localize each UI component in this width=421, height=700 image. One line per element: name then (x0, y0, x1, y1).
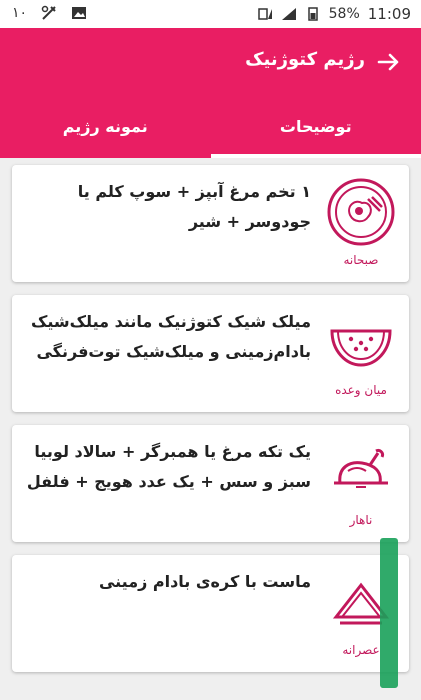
battery-icon (307, 7, 318, 21)
sim-icon (257, 8, 272, 20)
notification-count: ۱۰ (12, 5, 28, 21)
meal-name: میان وعده (335, 383, 387, 397)
meal-header: ناهار (321, 431, 401, 535)
clock: 11:09 (367, 5, 411, 23)
meal-header: صبحانه (321, 171, 401, 275)
meal-card-afternoon[interactable]: عصرانه ماست با کره‌ی بادام زمینی (12, 555, 409, 672)
roast-chicken-icon (334, 449, 388, 488)
meal-card-breakfast[interactable]: صبحانه ۱ تخم مرغ آبپز + سوپ کلم یا جودوس… (12, 165, 409, 282)
tab-bar: توضیحات نمونه رژیم (0, 100, 421, 158)
scrollbar-thumb[interactable] (380, 538, 398, 688)
meal-card-snack[interactable]: میان وعده میلک شیک کتوژنیک مانند میلک‌شی… (12, 295, 409, 412)
signal-icon (281, 8, 296, 20)
tab-sample-diet[interactable]: نمونه رژیم (0, 100, 211, 158)
meal-card-lunch[interactable]: ناهار یک تکه مرغ یا همبرگر + سالاد لوبیا… (12, 425, 409, 542)
meal-name: ناهار (349, 513, 373, 527)
meal-description: ۱ تخم مرغ آبپز + سوپ کلم یا جودوسر + شیر (77, 182, 311, 231)
meal-name: صبحانه (343, 253, 379, 267)
meal-description: میلک شیک کتوژنیک مانند میلک‌شیک بادام‌زم… (31, 312, 311, 361)
back-button[interactable] (375, 48, 403, 76)
page-title: رژیم کتوژنیک (245, 49, 365, 70)
breakfast-egg-icon (327, 178, 395, 246)
meal-description: ماست با کره‌ی بادام زمینی (98, 572, 311, 591)
status-bar: ۱۰ 58% 11:09 (0, 0, 421, 28)
battery-level: 58% (328, 6, 360, 22)
watermelon-icon (330, 329, 392, 367)
meal-header: میان وعده (321, 301, 401, 405)
arrow-right-icon (377, 53, 399, 71)
image-icon (72, 7, 87, 19)
tab-description[interactable]: توضیحات (210, 100, 421, 158)
app-bar: رژیم کتوژنیک توضیحات نمونه رژیم (0, 28, 421, 158)
meal-description: یک تکه مرغ یا همبرگر + سالاد لوبیا سبز و… (26, 442, 311, 491)
tools-icon (41, 5, 56, 20)
meal-list: صبحانه ۱ تخم مرغ آبپز + سوپ کلم یا جودوس… (0, 158, 421, 700)
